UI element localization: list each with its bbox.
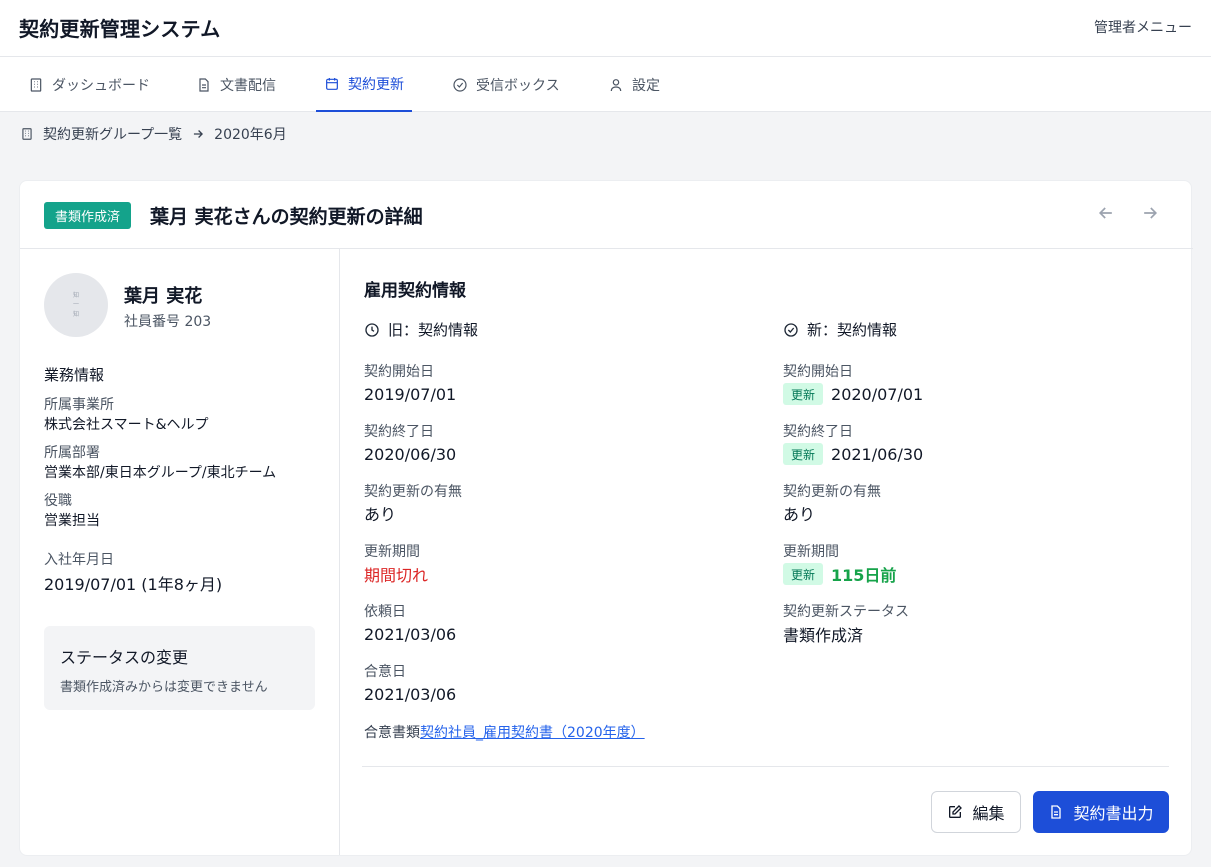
new-end-label: 契約終了日 xyxy=(783,424,853,440)
tab-contract-renewal[interactable]: 契約更新 xyxy=(316,57,412,112)
tab-label: 設定 xyxy=(632,77,660,94)
renewal-status-label: 契約更新ステータス xyxy=(783,604,909,620)
export-contract-button[interactable]: 契約書出力 xyxy=(1033,791,1169,833)
new-renew-value: あり xyxy=(783,505,816,524)
user-icon xyxy=(610,78,622,91)
status-badge: 書類作成済 xyxy=(44,202,132,229)
tab-dashboard[interactable]: ダッシュボード xyxy=(20,57,158,112)
breadcrumb-parent-link[interactable]: 契約更新グループ一覧 xyxy=(43,124,182,144)
request-date-label: 依頼日 xyxy=(364,604,406,620)
next-button[interactable] xyxy=(1140,203,1164,227)
status-change-box: ステータスの変更 書類作成済みからは変更できません xyxy=(44,626,315,710)
old-period-value: 期間切れ xyxy=(364,566,429,585)
old-renew-value: あり xyxy=(364,505,397,524)
tab-document-delivery[interactable]: 文書配信 xyxy=(188,57,284,112)
office-value: 株式会社スマート&ヘルプ xyxy=(44,417,209,433)
tab-label: 受信ボックス xyxy=(476,77,560,94)
divider xyxy=(362,766,1169,767)
calendar-icon xyxy=(326,77,338,90)
agree-date-value: 2021/03/06 xyxy=(364,684,457,704)
update-badge: 更新 xyxy=(783,383,824,405)
department-label: 所属部署 xyxy=(44,445,100,461)
top-bar: 契約更新管理システム 管理者メニュー xyxy=(0,0,1211,57)
employee-panel: 知 一 知 葉月 実花 社員番号 203 業務情報 所属事業所 株式会社スマート… xyxy=(20,249,340,855)
check-circle-icon xyxy=(784,322,798,337)
status-change-title: ステータスの変更 xyxy=(60,648,189,667)
old-start-label: 契約開始日 xyxy=(364,364,434,380)
check-circle-icon xyxy=(453,77,467,92)
new-period-label: 更新期間 xyxy=(783,544,839,560)
tab-label: 文書配信 xyxy=(220,77,276,94)
update-badge: 更新 xyxy=(783,563,824,585)
breadcrumb: 契約更新グループ一覧 2020年6月 xyxy=(20,124,287,144)
arrow-right-icon xyxy=(194,130,204,138)
arrow-right-icon xyxy=(1144,207,1158,219)
main-nav-tabs: ダッシュボード 文書配信 契約更新 受信ボックス 設定 xyxy=(0,57,1211,112)
old-renew-label: 契約更新の有無 xyxy=(364,484,462,500)
tab-label: 契約更新 xyxy=(348,76,404,93)
tab-label: ダッシュボード xyxy=(52,77,150,94)
employee-name: 葉月 実花 xyxy=(124,286,203,307)
business-info-heading: 業務情報 xyxy=(44,366,105,384)
new-renew-label: 契約更新の有無 xyxy=(783,484,881,500)
old-end-value: 2020/06/30 xyxy=(364,444,457,464)
document-icon xyxy=(199,77,209,92)
avatar: 知 一 知 xyxy=(44,273,108,337)
new-period-value: 更新 115日前 xyxy=(783,562,896,586)
renewal-status-value: 書類作成済 xyxy=(783,626,864,645)
agree-date-label: 合意日 xyxy=(364,664,406,680)
agreement-document-link[interactable]: 契約社員_雇用契約書（2020年度） xyxy=(420,725,645,741)
old-start-value: 2019/07/01 xyxy=(364,384,457,404)
new-start-value: 更新 2020/07/01 xyxy=(783,382,923,406)
tab-inbox[interactable]: 受信ボックス xyxy=(444,57,568,112)
contract-detail-card: 書類作成済 葉月 実花さんの契約更新の詳細 知 一 知 葉月 実花 社員番号 2… xyxy=(19,180,1193,856)
admin-menu-button[interactable]: 管理者メニュー xyxy=(1094,17,1192,37)
agreement-document: 合意書類契約社員_雇用契約書（2020年度） xyxy=(364,725,645,741)
new-end-value: 更新 2021/06/30 xyxy=(783,442,923,466)
building-icon xyxy=(22,128,32,140)
old-end-label: 契約終了日 xyxy=(364,424,434,440)
tab-settings[interactable]: 設定 xyxy=(600,57,668,112)
contract-info-heading: 雇用契約情報 xyxy=(364,281,466,301)
app-title: 契約更新管理システム xyxy=(19,17,221,41)
department-value: 営業本部/東日本グループ/東北チーム xyxy=(44,465,277,481)
arrow-left-icon xyxy=(1098,207,1112,219)
new-start-label: 契約開始日 xyxy=(783,364,853,380)
old-period-label: 更新期間 xyxy=(364,544,420,560)
hire-date-label: 入社年月日 xyxy=(44,552,114,568)
breadcrumb-current: 2020年6月 xyxy=(214,127,287,143)
request-date-value: 2021/03/06 xyxy=(364,624,457,644)
previous-button[interactable] xyxy=(1096,203,1120,227)
update-badge: 更新 xyxy=(783,443,824,465)
old-contract-heading: 旧：契約情報 xyxy=(364,319,478,340)
card-header: 書類作成済 葉月 実花さんの契約更新の詳細 xyxy=(20,181,1193,249)
office-label: 所属事業所 xyxy=(44,397,114,413)
position-value: 営業担当 xyxy=(44,513,100,529)
edit-icon xyxy=(949,805,963,818)
new-contract-heading: 新：契約情報 xyxy=(783,319,897,340)
document-icon xyxy=(1051,805,1062,819)
status-change-description: 書類作成済みからは変更できません xyxy=(60,680,268,695)
page-title: 葉月 実花さんの契約更新の詳細 xyxy=(150,206,423,228)
building-icon xyxy=(30,77,42,92)
employee-number: 社員番号 203 xyxy=(124,314,212,330)
hire-date-value: 2019/07/01 (1年8ヶ月) xyxy=(44,575,223,594)
position-label: 役職 xyxy=(44,493,72,509)
clock-icon xyxy=(365,322,379,337)
contract-info-panel: 雇用契約情報 旧：契約情報 契約開始日 2019/07/01 契約終了日 202… xyxy=(341,249,1193,855)
edit-button[interactable]: 編集 xyxy=(931,791,1021,833)
